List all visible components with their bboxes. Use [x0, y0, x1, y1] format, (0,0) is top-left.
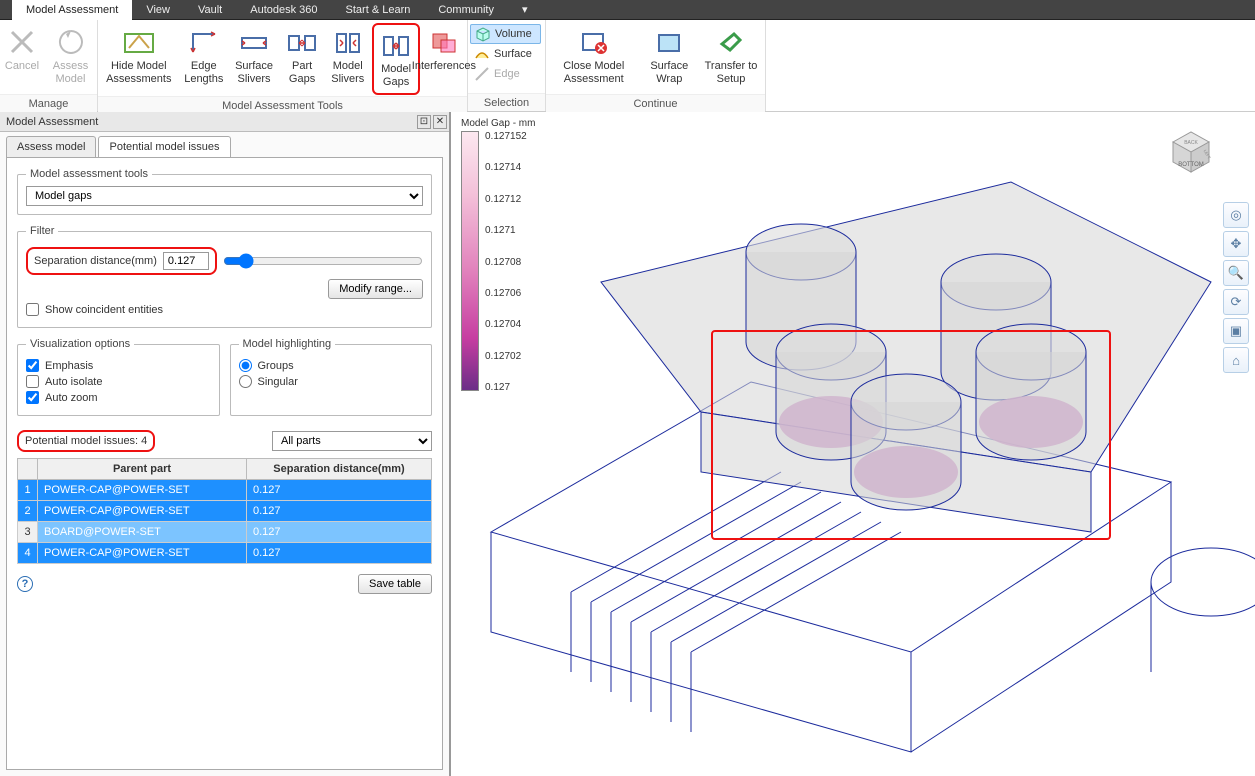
edge-lengths-button[interactable]: Edge Lengths [180, 22, 228, 94]
table-row[interactable]: 3BOARD@POWER-SET0.127 [18, 522, 432, 543]
ribbon: Cancel Assess Model Manage Hide Model As… [0, 20, 1255, 112]
selection-edge-button: Edge [470, 64, 528, 84]
assess-model-icon [55, 26, 87, 58]
vis-legend: Visualization options [26, 338, 134, 350]
nav-lookat-icon[interactable]: ▣ [1223, 318, 1249, 344]
close-assessment-button[interactable]: Close Model Assessment [546, 22, 642, 94]
assessment-tools-select[interactable]: Model gaps [26, 186, 423, 206]
viewport-highlight-box [711, 330, 1111, 540]
interferences-button[interactable]: Interferences [421, 22, 467, 94]
nav-orbit-icon[interactable]: ⟳ [1223, 289, 1249, 315]
issues-count-label: Potential model issues: 4 [25, 435, 147, 447]
cancel-button[interactable]: Cancel [0, 22, 44, 94]
assess-model-button[interactable]: Assess Model [44, 22, 97, 94]
emphasis-checkbox[interactable]: Emphasis [26, 359, 211, 372]
viewcube[interactable]: BOTTOM BACK LEFT [1161, 122, 1219, 180]
issues-table: Parent part Separation distance(mm) 1POW… [17, 458, 432, 564]
filter-legend: Filter [26, 225, 58, 237]
part-gaps-icon [286, 26, 318, 58]
save-table-button[interactable]: Save table [358, 574, 432, 594]
panel-close-icon[interactable]: ✕ [433, 115, 447, 129]
modify-range-button[interactable]: Modify range... [328, 279, 423, 299]
svg-text:BACK: BACK [1184, 140, 1198, 146]
group-label-selection: Selection [468, 93, 545, 111]
sep-distance-input[interactable] [163, 252, 209, 270]
table-row[interactable]: 2POWER-CAP@POWER-SET0.127 [18, 501, 432, 522]
group-label-manage: Manage [0, 94, 97, 112]
table-row[interactable]: 4POWER-CAP@POWER-SET0.127 [18, 543, 432, 564]
nav-toolbar: ◎ ✥ 🔍 ⟳ ▣ ⌂ [1223, 202, 1249, 373]
sep-distance-label: Separation distance(mm) [34, 255, 157, 267]
menu-bar: Model Assessment View Vault Autodesk 360… [0, 0, 1255, 20]
surface-slivers-button[interactable]: Surface Slivers [228, 22, 280, 94]
model-gaps-button[interactable]: Model Gaps [372, 23, 419, 95]
volume-icon [475, 26, 491, 42]
model-gaps-icon [380, 29, 412, 61]
nav-zoom-icon[interactable]: 🔍 [1223, 260, 1249, 286]
parts-filter-select[interactable]: All parts [272, 431, 432, 451]
highlight-legend: Model highlighting [239, 338, 336, 350]
menu-vault[interactable]: Vault [184, 0, 236, 20]
viewport-3d[interactable]: Model Gap - mm 0.1271520.127140.127120.1… [450, 112, 1255, 776]
hide-assessments-button[interactable]: Hide Model Assessments [98, 22, 180, 94]
issues-count-highlight: Potential model issues: 4 [17, 430, 155, 452]
col-sep[interactable]: Separation distance(mm) [246, 459, 431, 480]
table-row[interactable]: 1POWER-CAP@POWER-SET0.127 [18, 480, 432, 501]
model-assessment-panel: Model Assessment ⊡ ✕ Assess model Potent… [0, 112, 450, 776]
edge-icon [474, 66, 490, 82]
help-icon[interactable]: ? [17, 576, 33, 592]
panel-pin-icon[interactable]: ⊡ [417, 115, 431, 129]
edge-lengths-icon [188, 26, 220, 58]
surface-icon [474, 46, 490, 62]
selection-volume-label: Volume [495, 28, 532, 40]
auto-isolate-checkbox[interactable]: Auto isolate [26, 375, 211, 388]
sep-distance-slider[interactable] [223, 253, 423, 269]
surface-wrap-icon [653, 26, 685, 58]
surface-slivers-icon [238, 26, 270, 58]
interferences-icon [428, 26, 460, 58]
menu-community[interactable]: Community [424, 0, 508, 20]
selection-edge-label: Edge [494, 68, 520, 80]
cancel-icon [6, 26, 38, 58]
menu-overflow-icon[interactable]: ▾ [508, 0, 536, 20]
group-label-continue: Continue [546, 94, 765, 112]
coincident-checkbox[interactable]: Show coincident entities [26, 303, 423, 316]
nav-fullnav-icon[interactable]: ⌂ [1223, 347, 1249, 373]
transfer-setup-button[interactable]: Transfer to Setup [697, 22, 765, 94]
menu-start-learn[interactable]: Start & Learn [332, 0, 425, 20]
part-gaps-button[interactable]: Part Gaps [280, 22, 324, 94]
col-num[interactable] [18, 459, 38, 480]
tools-legend: Model assessment tools [26, 168, 152, 180]
panel-title: Model Assessment [6, 116, 98, 128]
tab-potential-issues[interactable]: Potential model issues [98, 136, 230, 157]
selection-volume-button[interactable]: Volume [470, 24, 541, 44]
hide-icon [115, 26, 163, 58]
menu-autodesk360[interactable]: Autodesk 360 [236, 0, 331, 20]
model-slivers-icon [332, 26, 364, 58]
model-slivers-button[interactable]: Model Slivers [324, 22, 371, 94]
col-parent[interactable]: Parent part [38, 459, 247, 480]
selection-surface-button[interactable]: Surface [470, 44, 540, 64]
nav-wheel-icon[interactable]: ◎ [1223, 202, 1249, 228]
surface-wrap-button[interactable]: Surface Wrap [642, 22, 698, 94]
svg-text:BOTTOM: BOTTOM [1178, 162, 1204, 168]
selection-surface-label: Surface [494, 48, 532, 60]
nav-pan-icon[interactable]: ✥ [1223, 231, 1249, 257]
transfer-icon [715, 26, 747, 58]
separation-distance-highlight: Separation distance(mm) [26, 247, 217, 275]
menu-view[interactable]: View [132, 0, 184, 20]
close-assessment-icon [578, 26, 610, 58]
menu-model-assessment[interactable]: Model Assessment [12, 0, 132, 20]
auto-zoom-checkbox[interactable]: Auto zoom [26, 391, 211, 404]
highlight-singular-radio[interactable]: Singular [239, 375, 424, 388]
highlight-groups-radio[interactable]: Groups [239, 359, 424, 372]
tab-assess-model[interactable]: Assess model [6, 136, 96, 157]
